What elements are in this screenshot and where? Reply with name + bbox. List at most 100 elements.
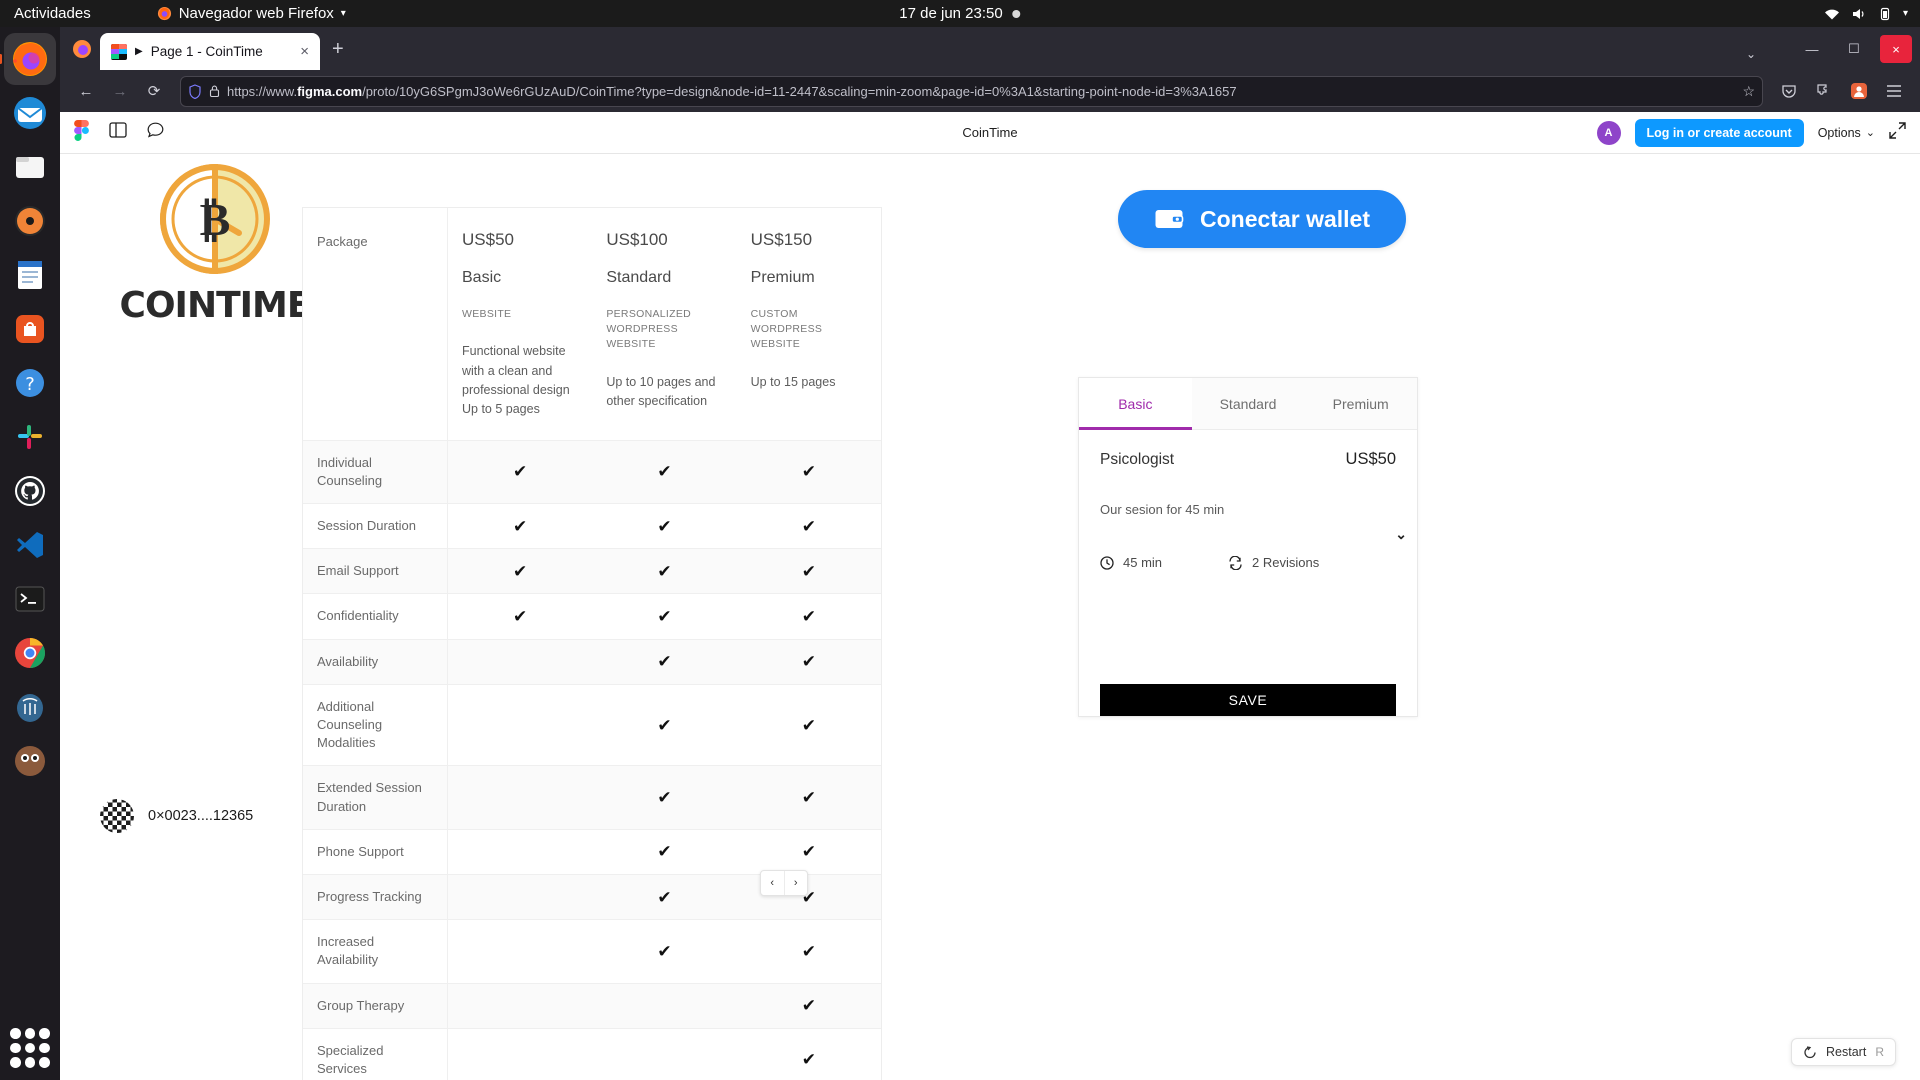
- service-price-label: US$50: [1345, 450, 1396, 468]
- tab-standard[interactable]: Standard: [1191, 378, 1305, 429]
- booking-card: Basic Standard Premium Psicologist US$50 O…: [1078, 377, 1418, 717]
- check-icon: ✔: [657, 887, 672, 907]
- comment-icon[interactable]: [147, 122, 164, 143]
- feature-cell: ✔: [592, 441, 736, 503]
- carousel-pagination[interactable]: ‹ ›: [760, 870, 808, 896]
- save-button[interactable]: SAVE: [1100, 684, 1396, 716]
- shield-icon[interactable]: [188, 83, 202, 99]
- close-window-button[interactable]: ×: [1880, 35, 1912, 63]
- menu-icon[interactable]: [1878, 75, 1910, 107]
- feature-cell: ✔: [592, 875, 736, 919]
- profile-icon[interactable]: [1843, 75, 1875, 107]
- dock-item-chrome[interactable]: [4, 627, 56, 679]
- new-tab-button[interactable]: +: [332, 38, 344, 61]
- feature-cell: ✔: [592, 685, 736, 766]
- window-controls: — ☐ ×: [1796, 35, 1912, 63]
- close-icon[interactable]: ×: [297, 43, 312, 60]
- table-row: Group Therapy ✔: [303, 983, 881, 1029]
- check-icon: ✔: [513, 462, 528, 482]
- feature-cell: ✔: [592, 504, 736, 548]
- check-icon: ✔: [801, 652, 816, 672]
- check-icon: ✔: [657, 516, 672, 536]
- bookmark-star-icon[interactable]: ☆: [1742, 83, 1755, 100]
- reload-button[interactable]: ⟳: [138, 75, 170, 107]
- url-text[interactable]: https://www.figma.com/proto/10yG6SPgmJ3o…: [227, 84, 1735, 99]
- prev-button[interactable]: ‹: [761, 871, 784, 895]
- restart-prototype-button[interactable]: Restart R: [1791, 1038, 1896, 1066]
- check-icon: ✔: [657, 652, 672, 672]
- app-grid-dot: [24, 1042, 36, 1054]
- feature-label: Availability: [303, 639, 448, 684]
- dock-item-terminal[interactable]: [4, 573, 56, 625]
- svg-text:?: ?: [25, 374, 35, 395]
- app-menu-label: Navegador web Firefox: [178, 5, 334, 22]
- tab-audio-play-icon[interactable]: ▶: [135, 46, 143, 57]
- firefox-icon: [73, 40, 91, 58]
- check-icon: ✔: [801, 941, 816, 961]
- revisions-meta: 2 Revisions: [1228, 555, 1319, 570]
- maximize-button[interactable]: ☐: [1838, 35, 1870, 63]
- page-title: CoinTime: [962, 125, 1018, 140]
- activities-button[interactable]: Actividades: [14, 5, 91, 22]
- check-icon: ✔: [513, 561, 528, 581]
- tab-basic[interactable]: Basic: [1079, 378, 1192, 429]
- duration-meta: 45 min: [1100, 555, 1228, 570]
- feature-label: Group Therapy: [303, 983, 448, 1028]
- plan-description: Up to 15 pages: [750, 374, 836, 389]
- table-row: Confidentiality ✔ ✔ ✔: [303, 594, 881, 640]
- terminal-icon: [15, 586, 45, 612]
- figma-logo-icon[interactable]: [74, 119, 89, 146]
- show-applications-button[interactable]: [10, 1028, 50, 1068]
- prototype-canvas: ₿ COINTIME 0×0023....12365 Package US$50…: [60, 154, 1920, 1080]
- extension-icon[interactable]: [1808, 75, 1840, 107]
- forward-button[interactable]: →: [104, 75, 136, 107]
- dock-item-files[interactable]: [4, 141, 56, 193]
- dock-item-slack[interactable]: [4, 411, 56, 463]
- tab-title: Page 1 - CoinTime: [150, 44, 263, 59]
- dock-item-postgresql[interactable]: [4, 681, 56, 733]
- system-tray[interactable]: ▾: [1824, 7, 1908, 21]
- minimize-button[interactable]: —: [1796, 35, 1828, 63]
- feature-label: Specialized Services: [303, 1028, 448, 1080]
- url-bar[interactable]: https://www.figma.com/proto/10yG6SPgmJ3o…: [180, 75, 1763, 107]
- dock-item-rhythmbox[interactable]: [4, 195, 56, 247]
- feature-cell: ✔: [737, 549, 881, 593]
- dock-item-firefox[interactable]: [4, 33, 56, 85]
- sidebar-toggle-icon[interactable]: [109, 122, 127, 143]
- options-button[interactable]: Options ⌄: [1818, 126, 1875, 140]
- feature-label: Email Support: [303, 549, 448, 594]
- wallet-address-chip[interactable]: 0×0023....12365: [100, 799, 253, 833]
- feature-cell: ✔: [737, 594, 881, 638]
- restart-label: Restart: [1826, 1045, 1867, 1059]
- dock-item-libreoffice-writer[interactable]: [4, 249, 56, 301]
- ubuntu-dock: ?: [0, 27, 60, 1080]
- expand-chevron-icon[interactable]: ⌄: [1395, 526, 1407, 543]
- login-button[interactable]: Log in or create account: [1634, 118, 1804, 147]
- clock[interactable]: 17 de jun 23:50: [899, 5, 1021, 22]
- app-menu-button[interactable]: Navegador web Firefox ▾: [157, 5, 346, 22]
- dock-item-gimp[interactable]: [4, 735, 56, 787]
- feature-cell: ✔: [737, 830, 881, 874]
- dock-item-help[interactable]: ?: [4, 357, 56, 409]
- dock-item-ubuntu-software[interactable]: [4, 303, 56, 355]
- dock-item-vscode[interactable]: [4, 519, 56, 571]
- lock-icon[interactable]: [209, 84, 220, 98]
- tab-premium[interactable]: Premium: [1304, 378, 1418, 429]
- dock-item-github[interactable]: [4, 465, 56, 517]
- feature-cell: [448, 766, 592, 828]
- dock-item-thunderbird[interactable]: [4, 87, 56, 139]
- back-button[interactable]: ←: [70, 75, 102, 107]
- browser-tab[interactable]: ▶ Page 1 - CoinTime ×: [100, 33, 320, 70]
- check-icon: ✔: [801, 788, 816, 808]
- plan-kicker: PERSONALIZED WORDPRESS WEBSITE: [606, 308, 692, 351]
- pocket-icon[interactable]: [1773, 75, 1805, 107]
- connect-wallet-button[interactable]: Conectar wallet: [1118, 190, 1406, 248]
- feature-label: Confidentiality: [303, 594, 448, 639]
- next-button[interactable]: ›: [785, 871, 808, 895]
- restart-shortcut: R: [1875, 1045, 1884, 1059]
- feature-cell: [448, 984, 592, 1028]
- avatar[interactable]: A: [1596, 120, 1621, 145]
- options-label: Options: [1817, 125, 1861, 140]
- fullscreen-icon[interactable]: [1889, 121, 1906, 144]
- list-all-tabs-icon[interactable]: ⌄: [1746, 47, 1756, 61]
